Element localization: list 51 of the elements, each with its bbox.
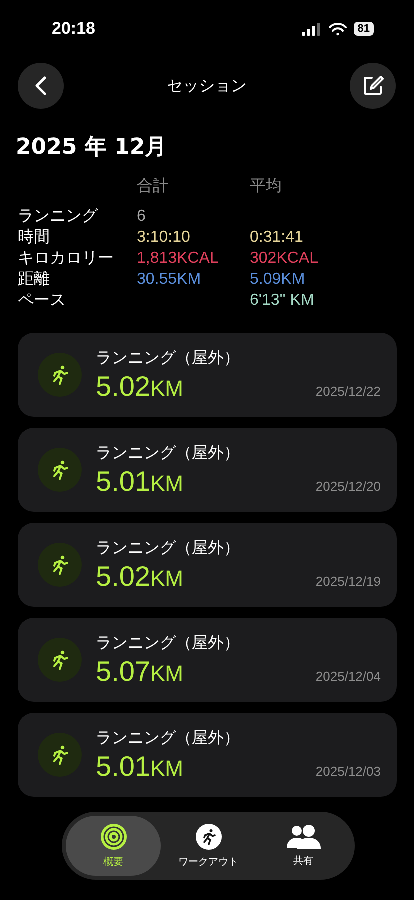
row-label: キロカロリー (18, 249, 115, 269)
row-label: 距離 (18, 270, 51, 290)
session-card[interactable]: ランニング（屋外） 5.07KM 2025/12/04 (18, 618, 397, 702)
back-button[interactable] (18, 63, 64, 109)
average-value: 302KCAL (250, 249, 320, 269)
workout-type: ランニング（屋外） (96, 538, 241, 558)
screen-title: セッション (167, 76, 247, 96)
average-value: 6'13'' KM (250, 291, 316, 311)
distance-value: 5.01KM (96, 466, 184, 498)
workout-type: ランニング（屋外） (96, 632, 241, 654)
distance-value: 5.01KM (96, 750, 184, 782)
people-icon (286, 824, 320, 850)
distance-value: 5.07KM (96, 656, 184, 688)
session-date: 2025/12/22 (316, 384, 381, 398)
tab[interactable]: ワークアウト (161, 816, 256, 876)
session-date: 2025/12/19 (316, 574, 381, 588)
session-card[interactable]: ランニング（屋外） 5.02KM 2025/12/22 (18, 333, 397, 417)
total-value: 6 (137, 207, 147, 227)
workout-type: ランニング（屋外） (96, 348, 241, 368)
session-card[interactable]: ランニング（屋外） 5.01KM 2025/12/20 (18, 428, 397, 512)
average-value: 5.09KM (250, 270, 306, 290)
session-date: 2025/12/03 (316, 764, 381, 778)
session-card[interactable]: ランニング（屋外） 5.02KM 2025/12/19 (18, 523, 397, 607)
total-value: 3:10:10 (137, 228, 192, 248)
session-date: 2025/12/20 (316, 478, 381, 494)
column-header: 合計 (137, 176, 170, 197)
runner-icon (194, 823, 222, 851)
workout-type: ランニング（屋外） (96, 442, 241, 464)
battery-level: 81 (354, 22, 374, 36)
status-time: 20:18 (52, 19, 96, 39)
session-card[interactable]: ランニング（屋外） 5.01KM 2025/12/03 (18, 713, 397, 797)
target-icon (100, 823, 128, 851)
row-label: 時間 (18, 228, 51, 248)
total-value: 30.55KM (137, 270, 202, 290)
signal-icon (302, 22, 322, 36)
session-date: 2025/12/04 (316, 668, 381, 684)
edit-button[interactable] (350, 63, 396, 109)
month-heading: 2025 年 12月 (15, 134, 168, 162)
distance-value: 5.02KM (96, 370, 184, 402)
edit-icon (362, 75, 384, 97)
tab[interactable]: 概要 (66, 816, 161, 876)
row-label: ペース (18, 291, 67, 311)
total-value: 1,813KCAL (137, 249, 220, 269)
distance-value: 5.02KM (96, 560, 184, 592)
workout-type: ランニング（屋外） (96, 728, 241, 748)
average-value: 0:31:41 (250, 228, 304, 248)
column-header: 平均 (250, 177, 283, 197)
row-label: ランニング (18, 207, 100, 227)
back-icon (34, 76, 48, 96)
tab[interactable]: 共有 (256, 816, 351, 876)
wifi-icon (328, 22, 347, 36)
